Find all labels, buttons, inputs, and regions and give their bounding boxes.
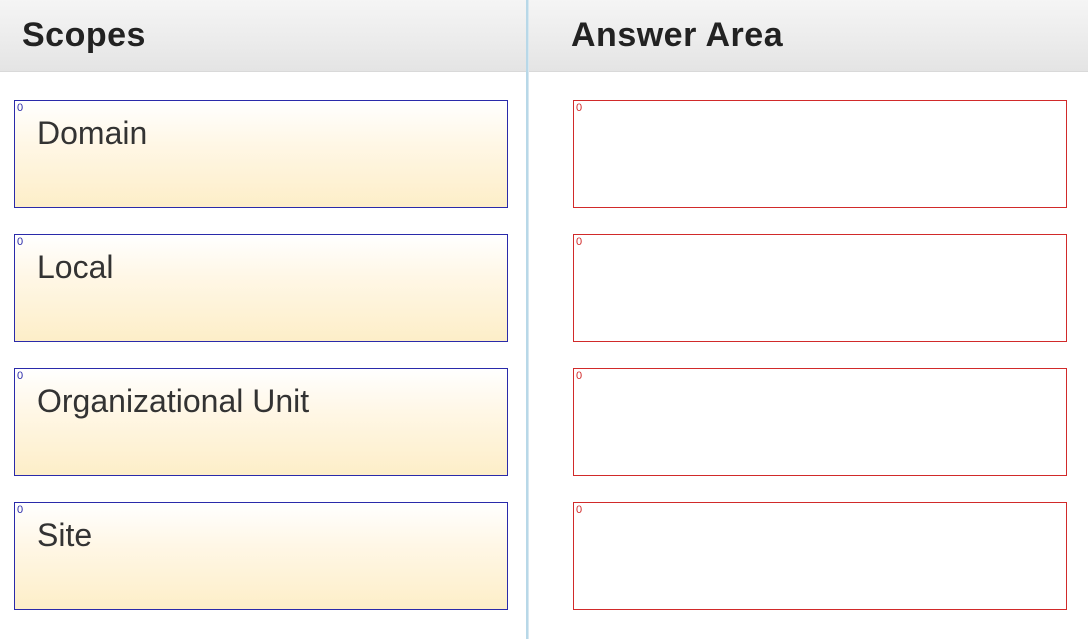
corner-label: 0 — [576, 102, 582, 114]
scope-item-organizational-unit[interactable]: 0 Organizational Unit — [14, 368, 508, 476]
scopes-pane: Scopes 0 Domain 0 Local 0 Organizational… — [0, 0, 528, 639]
drop-slot[interactable]: 0 — [573, 502, 1067, 610]
corner-label: 0 — [576, 504, 582, 516]
scope-item-local[interactable]: 0 Local — [14, 234, 508, 342]
scopes-items-container: 0 Domain 0 Local 0 Organizational Unit 0… — [0, 72, 526, 610]
corner-label: 0 — [576, 236, 582, 248]
answer-area-pane: Answer Area 0 0 0 0 — [528, 0, 1088, 639]
answer-area-title: Answer Area — [571, 16, 783, 55]
corner-label: 0 — [17, 504, 23, 516]
corner-label: 0 — [576, 370, 582, 382]
answer-area-header: Answer Area — [529, 0, 1088, 72]
scope-label: Domain — [37, 115, 147, 152]
scope-label: Site — [37, 517, 92, 554]
drop-slot[interactable]: 0 — [573, 100, 1067, 208]
scopes-header: Scopes — [0, 0, 526, 72]
drop-slot[interactable]: 0 — [573, 368, 1067, 476]
drop-slot[interactable]: 0 — [573, 234, 1067, 342]
scope-item-domain[interactable]: 0 Domain — [14, 100, 508, 208]
scopes-title: Scopes — [22, 16, 146, 55]
answer-slots-container: 0 0 0 0 — [529, 72, 1088, 610]
scope-label: Organizational Unit — [37, 383, 309, 420]
scope-label: Local — [37, 249, 114, 286]
corner-label: 0 — [17, 236, 23, 248]
scope-item-site[interactable]: 0 Site — [14, 502, 508, 610]
corner-label: 0 — [17, 102, 23, 114]
corner-label: 0 — [17, 370, 23, 382]
